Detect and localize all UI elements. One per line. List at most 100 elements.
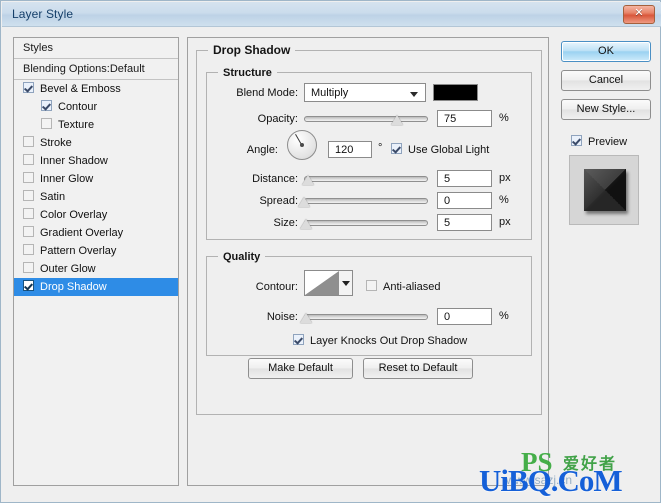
spread-input[interactable]: 0 <box>437 192 492 209</box>
style-item-label: Texture <box>58 119 94 131</box>
style-item-color-overlay[interactable]: Color Overlay <box>14 206 178 224</box>
contour-preview[interactable] <box>304 270 340 296</box>
size-slider[interactable] <box>304 217 428 229</box>
dialog-actions-panel: OK Cancel New Style... Preview <box>557 37 651 486</box>
use-global-light-label: Use Global Light <box>408 144 489 156</box>
use-global-light-row[interactable]: Use Global Light <box>391 143 489 156</box>
style-item-inner-shadow[interactable]: Inner Shadow <box>14 152 178 170</box>
slider-thumb[interactable] <box>298 197 310 207</box>
style-item-label: Bevel & Emboss <box>40 83 121 95</box>
style-item-checkbox[interactable] <box>41 118 52 129</box>
dial-hub <box>300 143 304 147</box>
preview-row[interactable]: Preview <box>571 135 627 148</box>
slider-track <box>304 314 428 320</box>
style-item-contour[interactable]: Contour <box>14 98 178 116</box>
style-item-label: Pattern Overlay <box>40 245 116 257</box>
distance-input[interactable]: 5 <box>437 170 492 187</box>
style-item-checkbox[interactable] <box>23 154 34 165</box>
angle-input[interactable]: 120 <box>328 141 372 158</box>
style-item-drop-shadow[interactable]: Drop Shadow <box>14 278 178 296</box>
distance-slider[interactable] <box>304 173 428 185</box>
noise-value: 0 <box>444 311 450 323</box>
spread-value: 0 <box>444 195 450 207</box>
ok-button[interactable]: OK <box>561 41 651 62</box>
reset-to-default-button[interactable]: Reset to Default <box>363 358 473 379</box>
style-item-satin[interactable]: Satin <box>14 188 178 206</box>
slider-track <box>304 220 428 226</box>
cancel-button[interactable]: Cancel <box>561 70 651 91</box>
size-input[interactable]: 5 <box>437 214 492 231</box>
style-item-checkbox[interactable] <box>23 208 34 219</box>
blend-mode-select[interactable]: Multiply <box>304 83 426 102</box>
noise-input[interactable]: 0 <box>437 308 492 325</box>
opacity-slider[interactable] <box>304 113 428 125</box>
slider-track <box>304 198 428 204</box>
angle-dial[interactable] <box>287 130 317 160</box>
style-item-checkbox[interactable] <box>23 262 34 273</box>
style-item-outer-glow[interactable]: Outer Glow <box>14 260 178 278</box>
style-item-label: Contour <box>58 101 97 113</box>
style-item-pattern-overlay[interactable]: Pattern Overlay <box>14 242 178 260</box>
style-item-bevel-emboss[interactable]: Bevel & Emboss <box>14 80 178 98</box>
distance-value: 5 <box>444 173 450 185</box>
close-button[interactable]: ✕ <box>623 5 655 24</box>
make-default-button[interactable]: Make Default <box>248 358 353 379</box>
layer-knocks-out-label: Layer Knocks Out Drop Shadow <box>310 335 467 347</box>
size-label: Size: <box>210 217 298 229</box>
slider-thumb[interactable] <box>300 219 312 229</box>
new-style-button[interactable]: New Style... <box>561 99 651 120</box>
style-item-checkbox[interactable] <box>23 172 34 183</box>
blend-mode-value: Multiply <box>311 87 348 99</box>
style-item-label: Drop Shadow <box>40 281 107 293</box>
slider-thumb[interactable] <box>391 115 403 125</box>
title-bar: Layer Style ✕ <box>2 2 661 27</box>
style-item-checkbox[interactable] <box>23 226 34 237</box>
style-item-stroke[interactable]: Stroke <box>14 134 178 152</box>
slider-thumb[interactable] <box>302 175 314 185</box>
style-item-label: Stroke <box>40 137 72 149</box>
layer-knocks-out-row[interactable]: Layer Knocks Out Drop Shadow <box>293 334 467 347</box>
style-item-checkbox[interactable] <box>23 136 34 147</box>
angle-value: 120 <box>335 144 353 156</box>
style-item-checkbox[interactable] <box>23 82 34 93</box>
use-global-light-checkbox[interactable] <box>391 143 402 154</box>
slider-thumb[interactable] <box>300 313 312 323</box>
drop-shadow-settings-panel: Drop Shadow Structure Blend Mode: Multip… <box>187 37 549 486</box>
style-item-label: Satin <box>40 191 65 203</box>
spread-label: Spread: <box>210 195 298 207</box>
style-item-inner-glow[interactable]: Inner Glow <box>14 170 178 188</box>
style-item-checkbox[interactable] <box>23 280 34 291</box>
style-item-checkbox[interactable] <box>23 244 34 255</box>
style-item-checkbox[interactable] <box>41 100 52 111</box>
opacity-label: Opacity: <box>210 113 298 125</box>
size-unit: px <box>499 216 511 228</box>
distance-label: Distance: <box>210 173 298 185</box>
style-item-checkbox[interactable] <box>23 190 34 201</box>
contour-dropdown-button[interactable] <box>339 270 353 296</box>
anti-aliased-checkbox[interactable] <box>366 280 377 291</box>
contour-curve-icon <box>305 271 339 295</box>
spread-unit: % <box>499 194 509 206</box>
shadow-color-swatch[interactable] <box>433 84 478 101</box>
window-title: Layer Style <box>12 7 73 21</box>
blending-options-item[interactable]: Blending Options:Default <box>14 59 178 80</box>
opacity-input[interactable]: 75 <box>437 110 492 127</box>
contour-label: Contour: <box>210 281 298 293</box>
distance-unit: px <box>499 172 511 184</box>
noise-unit: % <box>499 310 509 322</box>
styles-header: Styles <box>14 38 178 59</box>
close-icon: ✕ <box>624 6 654 23</box>
drop-shadow-title: Drop Shadow <box>208 44 295 57</box>
anti-aliased-row[interactable]: Anti-aliased <box>366 280 440 293</box>
spread-slider[interactable] <box>304 195 428 207</box>
preview-shape <box>584 169 626 211</box>
style-item-gradient-overlay[interactable]: Gradient Overlay <box>14 224 178 242</box>
style-item-texture[interactable]: Texture <box>14 116 178 134</box>
anti-aliased-label: Anti-aliased <box>383 281 440 293</box>
layer-knocks-out-checkbox[interactable] <box>293 334 304 345</box>
noise-slider[interactable] <box>304 311 428 323</box>
blend-mode-label: Blend Mode: <box>210 87 298 99</box>
preview-checkbox[interactable] <box>571 135 582 146</box>
style-item-label: Inner Shadow <box>40 155 108 167</box>
style-item-label: Outer Glow <box>40 263 96 275</box>
